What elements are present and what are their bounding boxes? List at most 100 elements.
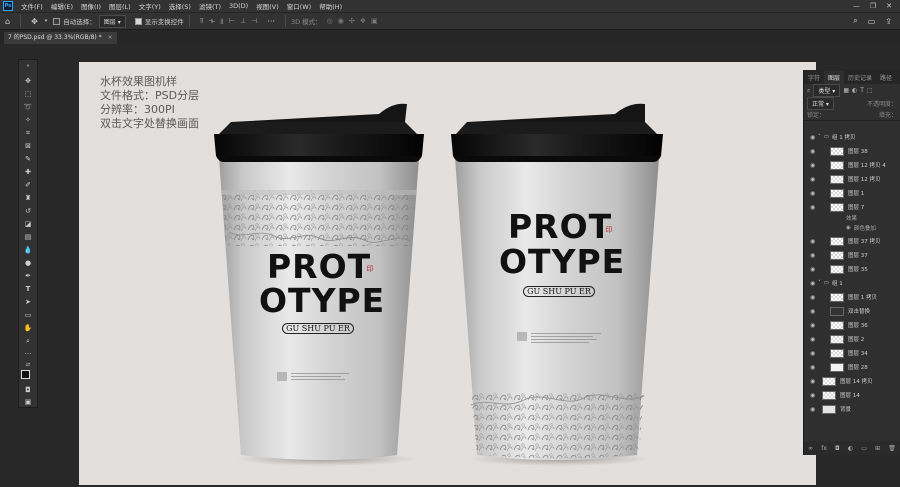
visibility-eye-icon[interactable]: ◉: [810, 294, 815, 301]
marquee-tool-icon[interactable]: ⬚: [22, 89, 34, 100]
close-tab-button[interactable]: ×: [108, 34, 113, 41]
auto-select-checkbox[interactable]: [53, 17, 63, 25]
filter-kind-dropdown[interactable]: 类型 ▾: [813, 84, 841, 97]
layer-row[interactable]: ◉ ˅ ▭ 组 1: [804, 277, 900, 289]
visibility-eye-icon[interactable]: ◉: [810, 350, 815, 357]
menu-filter[interactable]: 滤镜(T): [195, 1, 225, 11]
cup-1-subtitle-badge[interactable]: GU SHU PU ER: [282, 323, 354, 334]
tab-layers[interactable]: 图层: [824, 71, 845, 84]
dodge-tool-icon[interactable]: ●: [22, 258, 34, 269]
layer-row[interactable]: ◉ 图层 34: [804, 347, 900, 359]
close-window-button[interactable]: ✕: [886, 2, 892, 10]
tab-paths[interactable]: 路径: [876, 71, 896, 84]
align-right-icon[interactable]: ⊣: [251, 17, 257, 26]
visibility-eye-icon[interactable]: ◉: [810, 148, 815, 155]
visibility-eye-icon[interactable]: ◉: [810, 134, 815, 141]
3d-rotate-icon[interactable]: ◎: [327, 17, 333, 25]
visibility-eye-icon[interactable]: ◉: [810, 322, 815, 329]
cup-1-title-line-1[interactable]: PROT: [267, 250, 371, 284]
quick-mask-icon[interactable]: ◘: [22, 385, 34, 396]
path-selection-tool-icon[interactable]: ➤: [22, 297, 34, 308]
menu-type[interactable]: 文字(Y): [135, 1, 165, 11]
visibility-eye-icon[interactable]: ◉: [810, 204, 815, 211]
zoom-tool-icon[interactable]: ⌕: [22, 336, 34, 347]
visibility-eye-icon[interactable]: ◉: [810, 378, 815, 385]
layer-row[interactable]: ◉ 图层 14 拷贝: [804, 375, 900, 387]
home-icon[interactable]: ⌂: [0, 17, 15, 26]
layer-row[interactable]: ◉ 背景: [804, 403, 900, 415]
new-layer-icon[interactable]: ⊞: [875, 445, 880, 452]
blur-tool-icon[interactable]: 💧: [22, 245, 34, 256]
visibility-eye-icon[interactable]: ◉: [810, 162, 815, 169]
layer-row[interactable]: ◉ 图层 12 拷贝: [804, 173, 900, 185]
align-vcenter-icon[interactable]: ⟛: [209, 17, 215, 26]
folder-icon[interactable]: ▭: [861, 445, 867, 452]
visibility-eye-icon[interactable]: ◉: [810, 336, 815, 343]
tab-history[interactable]: 历史记录: [844, 71, 876, 84]
hand-tool-icon[interactable]: ✋: [22, 323, 34, 334]
more-options-icon[interactable]: ···: [262, 17, 280, 26]
lasso-tool-icon[interactable]: ➰: [22, 102, 34, 113]
menu-select[interactable]: 选择(S): [165, 1, 195, 11]
workspace-icon[interactable]: ▭: [863, 17, 881, 26]
visibility-eye-icon[interactable]: ◉: [810, 280, 815, 287]
gradient-tool-icon[interactable]: ▤: [22, 232, 34, 243]
visibility-eye-icon[interactable]: ◉: [810, 406, 815, 413]
menu-layer[interactable]: 图层(L): [105, 1, 135, 11]
layer-row[interactable]: ◉ ˅ ▭ 组 1 拷贝: [804, 131, 900, 143]
type-tool-icon[interactable]: T: [22, 284, 34, 295]
trash-icon[interactable]: 🗑: [888, 445, 896, 452]
cup-2-subtitle-badge[interactable]: GU SHU PU ER: [523, 286, 595, 297]
layer-row[interactable]: ◉ 双击替换: [804, 305, 900, 317]
more-tools-icon[interactable]: ···: [22, 349, 34, 360]
menu-3d[interactable]: 3D(D): [225, 2, 252, 10]
layer-row[interactable]: ◉ 图层 37 拷贝: [804, 235, 900, 247]
align-left-icon[interactable]: ⊢: [229, 17, 235, 26]
healing-brush-tool-icon[interactable]: ✚: [22, 167, 34, 178]
canvas-notes[interactable]: 水杯效果图机样 文件格式：PSD分层 分辨率：300PI 双击文字处替换画面: [100, 75, 199, 131]
layer-row[interactable]: ◉ 图层 38: [804, 145, 900, 157]
layer-row[interactable]: ◉ 图层 37: [804, 249, 900, 261]
cup-2-title-line-1[interactable]: PROT: [508, 210, 612, 244]
share-icon[interactable]: ⇪: [880, 17, 900, 26]
menu-view[interactable]: 视图(V): [252, 1, 283, 11]
mask-icon[interactable]: ◘: [835, 445, 840, 452]
menu-window[interactable]: 窗口(W): [283, 1, 316, 11]
tab-character[interactable]: 字符: [804, 71, 824, 84]
menu-file[interactable]: 文件(F): [17, 1, 47, 11]
pen-tool-icon[interactable]: ✒: [22, 271, 34, 282]
chevron-down-icon[interactable]: ˅: [818, 280, 821, 286]
3d-roll-icon[interactable]: ◉: [338, 17, 344, 25]
visibility-eye-icon[interactable]: ◉: [810, 238, 815, 245]
move-tool-icon[interactable]: ✥: [26, 17, 43, 26]
frame-tool-icon[interactable]: ⊠: [22, 141, 34, 152]
layer-row[interactable]: ◉ 图层 36: [804, 319, 900, 331]
move-tool-icon[interactable]: ✥: [22, 76, 34, 87]
3d-scale-icon[interactable]: ▣: [371, 17, 378, 25]
search-icon[interactable]: ⌕: [848, 16, 862, 26]
magic-wand-tool-icon[interactable]: ✧: [22, 115, 34, 126]
brush-tool-icon[interactable]: ✐: [22, 180, 34, 191]
3d-slide-icon[interactable]: ❖: [360, 17, 366, 25]
layer-row[interactable]: ◉ 图层 1: [804, 187, 900, 199]
clone-stamp-tool-icon[interactable]: ♜: [22, 193, 34, 204]
layer-effect-row[interactable]: 效果: [804, 213, 900, 223]
visibility-eye-icon[interactable]: ◉: [810, 176, 815, 183]
auto-select-dropdown[interactable]: 图层 ▾: [98, 14, 126, 28]
layer-row[interactable]: ◉ 图层 7: [804, 201, 900, 213]
visibility-eye-icon[interactable]: ◉: [810, 190, 815, 197]
photoshop-logo-icon[interactable]: Ps: [3, 1, 13, 11]
layer-row[interactable]: ◉ 图层 12 拷贝 4: [804, 159, 900, 171]
blend-mode-dropdown[interactable]: 正常 ▾: [807, 96, 834, 110]
eyedropper-tool-icon[interactable]: ✎: [22, 154, 34, 165]
foreground-color-swatch[interactable]: [21, 370, 30, 379]
visibility-eye-icon[interactable]: ◉: [810, 364, 815, 371]
layer-row[interactable]: ◉ 图层 2: [804, 333, 900, 345]
minimize-button[interactable]: —: [853, 2, 860, 10]
effect-eye-icon[interactable]: ◉: [846, 225, 851, 231]
layer-row[interactable]: ◉ 图层 1 拷贝: [804, 291, 900, 303]
filter-shape-icon[interactable]: ⬚: [867, 87, 873, 94]
layer-effect-row[interactable]: ◉ 颜色叠加: [804, 223, 900, 233]
visibility-eye-icon[interactable]: ◉: [810, 266, 815, 273]
layer-row[interactable]: ◉ 图层 28: [804, 361, 900, 373]
